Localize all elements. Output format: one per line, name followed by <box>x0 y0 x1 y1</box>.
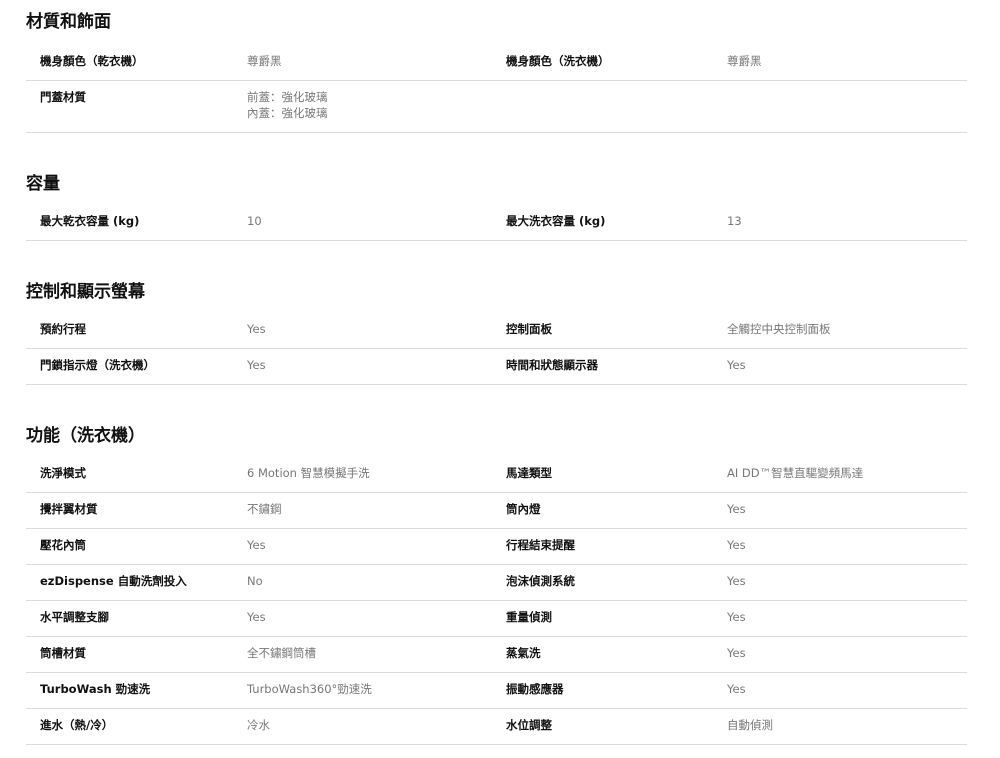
spec-label: 機身顏色（乾衣機） <box>40 54 144 68</box>
spec-value: Yes <box>727 574 746 588</box>
section-title: 功能（洗衣機） <box>26 426 145 446</box>
spec-value: Yes <box>727 610 746 624</box>
spec-value: 冷水 <box>247 718 270 732</box>
spec-label: 時間和狀態顯示器 <box>506 358 598 372</box>
table-row: 洗淨模式 6 Motion 智慧模擬手洗 馬達類型 AI DD™智慧直驅變頻馬達 <box>26 457 967 493</box>
spec-label: 機身顏色（洗衣機） <box>506 54 610 68</box>
spec-value: 尊爵黑 <box>247 54 282 68</box>
table-row: 門鎖指示燈（洗衣機） Yes 時間和狀態顯示器 Yes <box>26 349 967 385</box>
spec-value: Yes <box>727 502 746 516</box>
spec-value: 10 <box>247 214 262 228</box>
spec-label: 蒸氣洗 <box>506 646 541 660</box>
spec-value: Yes <box>727 682 746 696</box>
spec-table: 最大乾衣容量 (kg) 10 最大洗衣容量 (kg) 13 <box>26 205 967 241</box>
spec-label: 門鎖指示燈（洗衣機） <box>40 358 155 372</box>
table-row: 攪拌翼材質 不鏽鋼 筒內燈 Yes <box>26 493 967 529</box>
spec-label: 筒槽材質 <box>40 646 86 660</box>
table-row: ezDispense 自動洗劑投入 No 泡沫偵測系統 Yes <box>26 565 967 601</box>
spec-value: 自動偵測 <box>727 718 773 732</box>
section-title: 控制和顯示螢幕 <box>26 282 145 302</box>
spec-label: 重量偵測 <box>506 610 552 624</box>
spec-table: 預約行程 Yes 控制面板 全觸控中央控制面板 門鎖指示燈（洗衣機） Yes 時… <box>26 313 967 385</box>
spec-table: 洗淨模式 6 Motion 智慧模擬手洗 馬達類型 AI DD™智慧直驅變頻馬達… <box>26 457 967 745</box>
spec-value: TurboWash360°勁速洗 <box>247 682 372 696</box>
spec-label: 筒內燈 <box>506 502 541 516</box>
spec-value: Yes <box>247 538 266 552</box>
spec-label: ezDispense 自動洗劑投入 <box>40 574 187 588</box>
spec-value: Yes <box>727 646 746 660</box>
section-title: 容量 <box>26 174 60 194</box>
spec-label: 馬達類型 <box>506 466 552 480</box>
spec-label: 水平調整支腳 <box>40 610 109 624</box>
spec-value: Yes <box>247 610 266 624</box>
spec-label: 行程結束提醒 <box>506 538 575 552</box>
spec-label: 進水（熱/冷） <box>40 718 114 732</box>
spec-value: Yes <box>247 358 266 372</box>
table-row: 機身顏色（乾衣機） 尊爵黑 機身顏色（洗衣機） 尊爵黑 <box>26 45 967 81</box>
spec-value-line: 內蓋：強化玻璃 <box>247 106 328 120</box>
spec-value: No <box>247 574 263 588</box>
table-row: 進水（熱/冷） 冷水 水位調整 自動偵測 <box>26 709 967 745</box>
table-row: 門蓋材質 前蓋：強化玻璃 內蓋：強化玻璃 <box>26 81 967 133</box>
table-row: 壓花內筒 Yes 行程結束提醒 Yes <box>26 529 967 565</box>
spec-label: 控制面板 <box>506 322 552 336</box>
spec-label: 攪拌翼材質 <box>40 502 98 516</box>
table-row: TurboWash 勁速洗 TurboWash360°勁速洗 振動感應器 Yes <box>26 673 967 709</box>
spec-value: 全不鏽鋼筒槽 <box>247 646 316 660</box>
spec-label: 門蓋材質 <box>40 90 86 104</box>
table-row: 水平調整支腳 Yes 重量偵測 Yes <box>26 601 967 637</box>
spec-value: 不鏽鋼 <box>247 502 282 516</box>
spec-value: Yes <box>727 358 746 372</box>
section-title: 材質和飾面 <box>26 12 111 32</box>
table-row: 筒槽材質 全不鏽鋼筒槽 蒸氣洗 Yes <box>26 637 967 673</box>
spec-label: 壓花內筒 <box>40 538 86 552</box>
spec-value: Yes <box>727 538 746 552</box>
spec-value: 6 Motion 智慧模擬手洗 <box>247 466 370 480</box>
table-row: 預約行程 Yes 控制面板 全觸控中央控制面板 <box>26 313 967 349</box>
spec-label: 振動感應器 <box>506 682 564 696</box>
spec-value-line: 前蓋：強化玻璃 <box>247 90 328 104</box>
spec-value: 前蓋：強化玻璃 內蓋：強化玻璃 <box>247 89 328 121</box>
spec-label: 水位調整 <box>506 718 552 732</box>
spec-label: 最大乾衣容量 (kg) <box>40 214 140 228</box>
spec-value: 13 <box>727 214 742 228</box>
spec-label: 泡沫偵測系統 <box>506 574 575 588</box>
spec-value: AI DD™智慧直驅變頻馬達 <box>727 466 864 480</box>
table-row: 最大乾衣容量 (kg) 10 最大洗衣容量 (kg) 13 <box>26 205 967 241</box>
spec-label: 預約行程 <box>40 322 86 336</box>
spec-label: TurboWash 勁速洗 <box>40 682 151 696</box>
spec-label: 最大洗衣容量 (kg) <box>506 214 606 228</box>
spec-value: 尊爵黑 <box>727 54 762 68</box>
spec-value: 全觸控中央控制面板 <box>727 322 831 336</box>
spec-value: Yes <box>247 322 266 336</box>
spec-label: 洗淨模式 <box>40 466 86 480</box>
spec-table: 機身顏色（乾衣機） 尊爵黑 機身顏色（洗衣機） 尊爵黑 門蓋材質 前蓋：強化玻璃… <box>26 45 967 133</box>
